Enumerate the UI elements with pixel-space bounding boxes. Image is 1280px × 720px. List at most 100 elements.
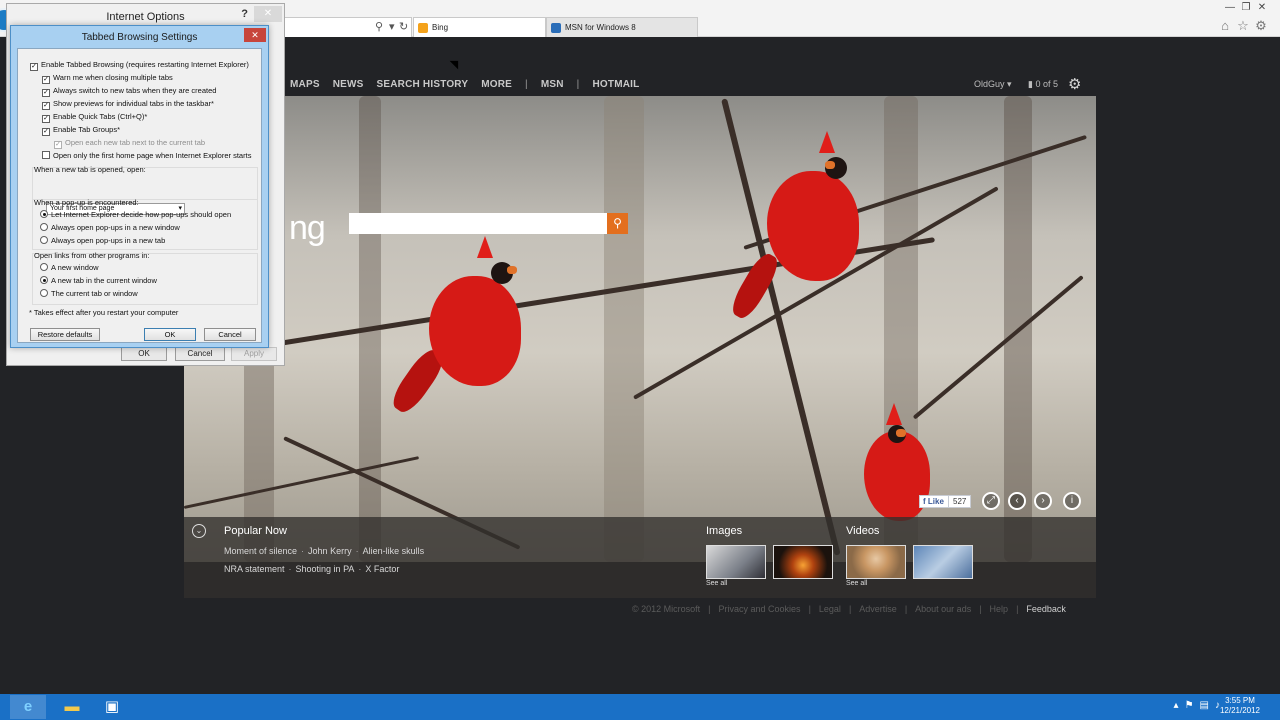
ok-button[interactable]: OK (121, 347, 167, 361)
settings-gear-icon[interactable]: ⚙ (1068, 75, 1081, 93)
user-menu[interactable]: OldGuy ▾ (974, 79, 1012, 90)
footer-separator: | (708, 604, 711, 614)
ok-button[interactable]: OK (144, 328, 196, 341)
video-thumbnail[interactable] (846, 545, 906, 579)
switch-new-tabs-checkbox[interactable]: ✓ Always switch to new tabs when they are… (42, 86, 216, 97)
radio-label: A new window (51, 263, 99, 272)
checkbox-label: Warn me when closing multiple tabs (53, 73, 173, 82)
links-radio-current-tab[interactable]: The current tab or window (40, 289, 138, 299)
footer-privacy-link[interactable]: Privacy and Cookies (719, 604, 801, 614)
clock[interactable]: 3:55 PM 12/21/2012 (1220, 696, 1260, 716)
videos-title[interactable]: Videos (846, 525, 879, 537)
radio-label: The current tab or window (51, 289, 138, 298)
popup-radio-new-tab[interactable]: Always open pop-ups in a new tab (40, 236, 165, 246)
refresh-icon[interactable]: ↻ (399, 20, 408, 33)
tab-groups-checkbox[interactable]: ✓ Enable Tab Groups* (42, 125, 120, 136)
fullscreen-icon[interactable]: ⤢ (982, 492, 1000, 510)
see-all-videos-link[interactable]: See all (846, 580, 867, 587)
nav-more[interactable]: MORE (481, 79, 512, 90)
nav-search-history[interactable]: SEARCH HISTORY (377, 79, 469, 90)
nav-maps[interactable]: MAPS (290, 79, 320, 90)
footer-help-link[interactable]: Help (990, 604, 1009, 614)
previous-image-icon[interactable]: ‹ (1008, 492, 1026, 510)
popup-radio-new-window[interactable]: Always open pop-ups in a new window (40, 223, 180, 233)
radio-label: Always open pop-ups in a new tab (51, 236, 166, 245)
copyright-text: © 2012 Microsoft (632, 604, 701, 614)
hero-image (184, 96, 1096, 562)
file-explorer-icon[interactable]: ▬ (54, 695, 90, 719)
nav-msn[interactable]: MSN (541, 79, 564, 90)
image-thumbnail[interactable] (706, 545, 766, 579)
checkbox-label: Show previews for individual tabs in the… (53, 99, 214, 108)
internet-explorer-icon[interactable]: e (10, 695, 46, 719)
links-radio-new-tab[interactable]: A new tab in the current window (40, 276, 157, 286)
favorites-star-icon[interactable]: ☆ (1234, 18, 1252, 34)
popular-link[interactable]: Shooting in PA (296, 564, 355, 574)
show-hidden-icons-icon[interactable]: ▴ (1174, 700, 1179, 711)
image-thumbnail[interactable] (773, 545, 833, 579)
footer-feedback-link[interactable]: Feedback (1026, 604, 1066, 614)
radio-label: Let Internet Explorer decide how pop-ups… (51, 210, 232, 219)
popular-link[interactable]: X Factor (365, 564, 399, 574)
restore-icon[interactable]: ❐ (1238, 2, 1254, 13)
control-panel-icon[interactable]: ▣ (94, 695, 130, 719)
close-icon[interactable]: ✕ (254, 6, 282, 22)
search-button[interactable]: ⚲ (607, 213, 628, 234)
popular-link[interactable]: John Kerry (308, 546, 352, 556)
help-icon[interactable]: ? (241, 8, 248, 20)
dot-separator: · (355, 546, 359, 556)
show-previews-checkbox[interactable]: ✓ Show previews for individual tabs in th… (42, 99, 214, 110)
checkbox-label: Open each new tab next to the current ta… (65, 138, 206, 147)
open-next-to-current-checkbox[interactable]: ✓ Open each new tab next to the current t… (54, 138, 206, 149)
rewards-counter[interactable]: ▮ 0 of 5 (1028, 79, 1058, 90)
footer-legal-link[interactable]: Legal (819, 604, 841, 614)
footer-about-ads-link[interactable]: About our ads (915, 604, 971, 614)
popular-link[interactable]: Moment of silence (224, 546, 297, 556)
checkbox-checked-icon: ✓ (42, 89, 50, 97)
cardinal-bird (727, 131, 879, 323)
radio-unselected-icon (40, 236, 48, 244)
restore-defaults-button[interactable]: Restore defaults (30, 328, 100, 341)
dropdown-icon[interactable]: ▾ (389, 20, 395, 33)
popular-link[interactable]: Alien-like skulls (363, 546, 425, 556)
footer-separator: | (848, 604, 852, 614)
popup-radio-ie-decides[interactable]: Let Internet Explorer decide how pop-ups… (40, 210, 231, 220)
checkbox-unchecked-icon (42, 151, 50, 159)
close-icon[interactable]: ✕ (244, 28, 266, 42)
checkbox-label: Enable Tab Groups* (53, 125, 120, 134)
tab-bing[interactable]: Bing (413, 17, 546, 37)
network-icon[interactable]: ▤ (1200, 700, 1209, 711)
next-image-icon[interactable]: › (1034, 492, 1052, 510)
close-window-icon[interactable]: ✕ (1254, 2, 1270, 13)
apply-button[interactable]: Apply (231, 347, 277, 361)
images-title[interactable]: Images (706, 525, 742, 537)
quick-tabs-checkbox[interactable]: ✓ Enable Quick Tabs (Ctrl+Q)* (42, 112, 147, 123)
see-all-images-link[interactable]: See all (706, 580, 727, 587)
search-icon[interactable]: ⚲ (375, 20, 383, 33)
user-name: OldGuy (974, 79, 1005, 89)
footer-advertise-link[interactable]: Advertise (859, 604, 897, 614)
cancel-button[interactable]: Cancel (204, 328, 256, 341)
address-bar[interactable]: ⚲ ▾ ↻ (282, 17, 412, 37)
info-icon[interactable]: i (1063, 492, 1081, 510)
facebook-like-button[interactable]: f Like (919, 495, 949, 508)
flag-icon[interactable]: ⚑ (1185, 700, 1194, 711)
tab-msn[interactable]: MSN for Windows 8 (546, 17, 698, 37)
collapse-chevron-icon[interactable]: ⌄ (192, 524, 206, 538)
cancel-button[interactable]: Cancel (175, 347, 225, 361)
enable-tabbed-checkbox[interactable]: ✓ Enable Tabbed Browsing (requires restar… (30, 60, 249, 71)
checkbox-checked-icon: ✓ (30, 63, 38, 71)
home-icon[interactable]: ⌂ (1216, 18, 1234, 33)
popular-link[interactable]: NRA statement (224, 564, 285, 574)
first-home-page-checkbox[interactable]: Open only the first home page when Inter… (42, 151, 251, 161)
nav-news[interactable]: NEWS (333, 79, 364, 90)
warn-closing-tabs-checkbox[interactable]: ✓ Warn me when closing multiple tabs (42, 73, 173, 84)
search-input[interactable] (349, 213, 607, 234)
gear-icon[interactable]: ⚙ (1252, 18, 1270, 34)
nav-separator: | (525, 79, 528, 90)
video-thumbnail[interactable] (913, 545, 973, 579)
minimize-icon[interactable]: — (1222, 2, 1238, 13)
links-radio-new-window[interactable]: A new window (40, 263, 99, 273)
nav-hotmail[interactable]: HOTMAIL (592, 79, 639, 90)
bing-logo[interactable]: ng (289, 209, 326, 248)
